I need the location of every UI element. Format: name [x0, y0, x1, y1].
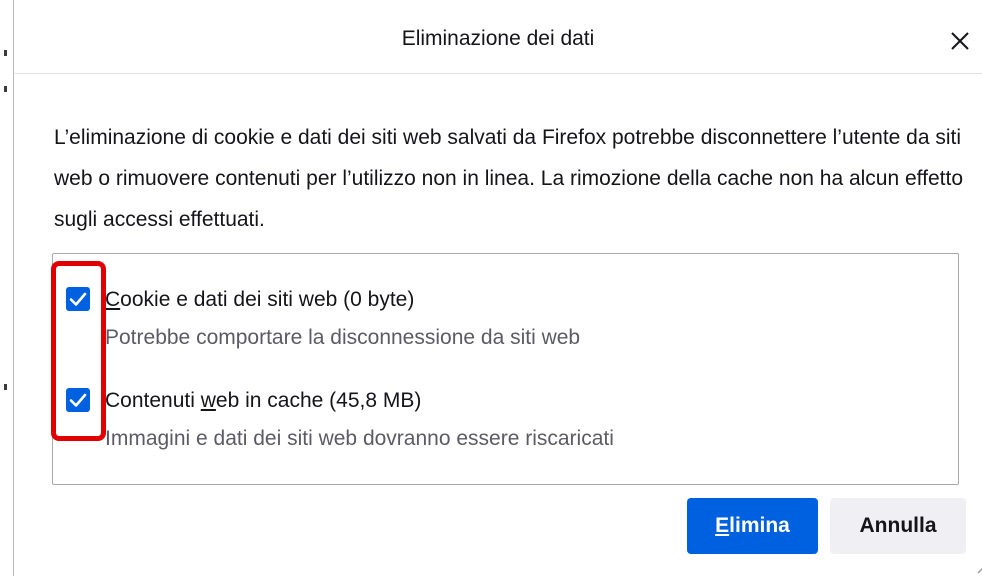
cookies-label-text: ookie e dati dei siti web (0 byte): [120, 288, 415, 311]
background-edge-mark: [4, 86, 7, 92]
cookies-label-accesskey: C: [105, 288, 121, 311]
cache-description: Immagini e dati dei siti web dovranno es…: [105, 427, 614, 450]
cache-label[interactable]: Contenuti web in cache (45,8 MB): [105, 389, 421, 413]
close-icon: [951, 32, 969, 50]
options-group: Cookie e dati dei siti web (0 byte) Potr…: [52, 253, 959, 485]
checkmark-icon: [69, 393, 87, 407]
dialog-description: L’eliminazione di cookie e dati dei siti…: [54, 126, 963, 231]
dialog-titlebar: Eliminazione dei dati: [14, 0, 982, 74]
close-button[interactable]: [946, 27, 974, 55]
cookies-checkbox[interactable]: [66, 287, 90, 311]
clear-button-accesskey: E: [715, 514, 730, 537]
cancel-button[interactable]: Annulla: [830, 498, 966, 554]
background-edge-mark: [4, 384, 7, 390]
clear-data-dialog: Eliminazione dei dati L’eliminazione di …: [14, 0, 982, 576]
checkmark-icon: [69, 292, 87, 306]
cache-label-text-end: eb in cache (45,8 MB): [215, 389, 422, 412]
clear-button-label: limina: [729, 514, 790, 537]
cache-checkbox[interactable]: [66, 388, 90, 412]
clear-button[interactable]: Elimina: [687, 498, 818, 554]
dialog-title: Eliminazione dei dati: [401, 27, 595, 50]
background-window-edge: [0, 0, 14, 576]
cookies-description: Potrebbe comportare la disconnessione da…: [105, 326, 581, 349]
cookies-label[interactable]: Cookie e dati dei siti web (0 byte): [105, 288, 414, 312]
screenshot-page: Eliminazione dei dati L’eliminazione di …: [0, 0, 982, 576]
cache-label-text: Contenuti: [105, 389, 201, 412]
resize-grip-icon[interactable]: [974, 556, 982, 574]
background-edge-mark: [4, 50, 7, 56]
cache-label-accesskey: w: [200, 389, 216, 412]
